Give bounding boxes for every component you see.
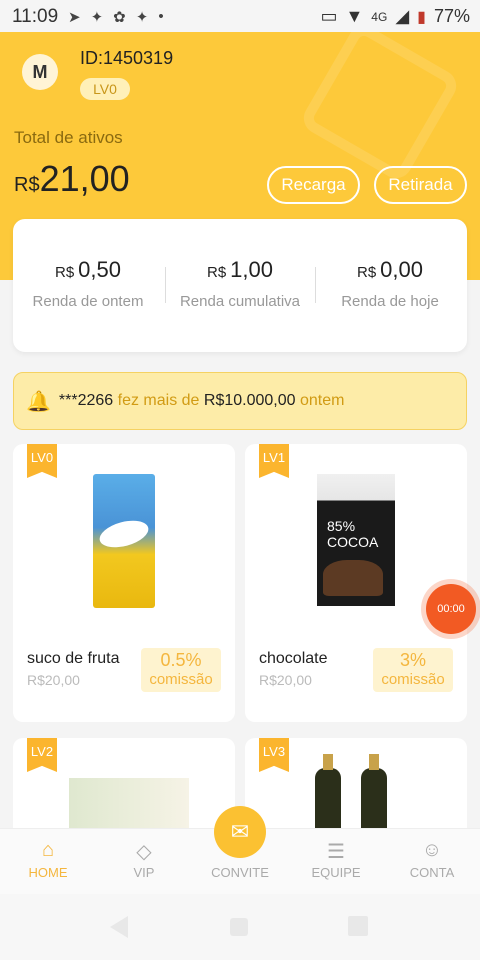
battery-percent: 77% <box>433 6 470 26</box>
product-image <box>93 474 155 608</box>
income-stats-card: R$ 0,50 Renda de ontem R$ 1,00 Renda cumul… <box>13 219 467 352</box>
floating-timer-button[interactable]: 00:00 <box>426 584 476 634</box>
tab-label: HOME <box>28 865 68 880</box>
tab-home[interactable]: ⌂ HOME <box>0 839 96 880</box>
network-label: 4G <box>371 9 388 24</box>
tab-vip[interactable]: ◇ VIP <box>96 839 192 880</box>
battery-icon: ▮ <box>417 8 426 26</box>
app-icon: ✦ <box>90 9 104 26</box>
home-icon: ⌂ <box>41 839 55 861</box>
product-price: R$20,00 <box>259 672 312 688</box>
decoration <box>298 32 462 184</box>
cast-icon: ▭ <box>320 6 338 26</box>
stat-value: 0,00 <box>380 257 423 282</box>
notification-icons: ➤ ✦ ✿ ✦ • <box>68 8 164 26</box>
product-card[interactable]: LV0 suco de fruta R$20,00 0.5% comissão <box>13 444 235 722</box>
tab-conta[interactable]: ☺ CONTA <box>384 839 480 880</box>
recharge-button[interactable]: Recarga <box>267 166 360 204</box>
level-ribbon: LV0 <box>27 444 57 478</box>
stat-yesterday: R$ 0,50 Renda de ontem <box>13 257 163 310</box>
home-button-icon[interactable] <box>230 918 248 936</box>
announcement-tail: ontem <box>295 392 345 409</box>
status-bar: 11:09 ➤ ✦ ✿ ✦ • ▭ ▼ 4G ◢ ▮ 77% <box>0 0 480 32</box>
total-assets-label: Total de ativos <box>14 128 123 147</box>
logo-icon: M <box>22 54 58 90</box>
currency-symbol: R$ <box>14 174 40 196</box>
product-name: suco de fruta <box>27 650 120 667</box>
person-icon: ☺ <box>421 839 443 861</box>
signal-icon: ◢ <box>395 6 410 26</box>
envelope-icon: ✉ <box>230 819 250 844</box>
announcement-amount: R$10.000,00 <box>203 392 296 409</box>
commission-badge: 0.5% comissão <box>141 648 221 692</box>
product-card[interactable]: LV1 85% COCOA chocolate R$20,00 3% comis… <box>245 444 467 722</box>
wifi-icon: ▼ <box>345 6 364 26</box>
tab-label: CONTA <box>409 865 455 880</box>
diamond-icon: ◇ <box>136 841 152 863</box>
tab-equipe[interactable]: ☰ EQUIPE <box>288 839 384 880</box>
announcement-user: ***2266 <box>58 392 114 409</box>
stat-cumulative: R$ 1,00 Renda cumulativa <box>165 257 315 310</box>
balance-amount: 21,00 <box>39 158 130 199</box>
stat-label: Renda de hoje <box>341 293 439 310</box>
currency-symbol: R$ <box>54 264 75 281</box>
level-badge: LV0 <box>80 78 130 100</box>
commission-label: comissão <box>149 671 213 688</box>
back-icon[interactable] <box>110 916 128 938</box>
bell-icon: 🔔 <box>26 390 51 413</box>
level-ribbon: LV3 <box>259 738 289 772</box>
tab-label: CONVITE <box>211 865 269 880</box>
tab-label: VIP <box>133 865 155 880</box>
product-image: 85% COCOA <box>317 474 395 606</box>
layers-icon: ☰ <box>327 841 345 863</box>
invite-fab-button[interactable]: ✉ <box>214 806 266 858</box>
stat-label: Renda de ontem <box>32 293 144 310</box>
level-ribbon: LV1 <box>259 444 289 478</box>
dot-icon: • <box>158 8 164 25</box>
system-navigation-bar <box>0 894 480 960</box>
telegram-icon: ➤ <box>68 9 81 26</box>
commission-value: 0.5% <box>160 650 202 670</box>
stat-today: R$ 0,00 Renda de hoje <box>315 257 465 310</box>
status-time: 11:09 <box>12 6 59 27</box>
stat-value: 0,50 <box>78 257 121 282</box>
announcement-text: fez mais de <box>113 392 204 409</box>
currency-symbol: R$ <box>206 264 227 281</box>
commission-label: comissão <box>381 671 445 688</box>
total-assets-value: R$21,00 <box>14 158 130 200</box>
withdraw-button[interactable]: Retirada <box>374 166 467 204</box>
stat-label: Renda cumulativa <box>179 293 301 310</box>
announcement-banner[interactable]: 🔔 ***2266 fez mais de R$10.000,00 ontem <box>13 372 467 430</box>
app-icon: ✦ <box>135 9 149 26</box>
tab-label: EQUIPE <box>311 865 361 880</box>
level-ribbon: LV2 <box>27 738 57 772</box>
commission-value: 3% <box>399 650 426 670</box>
user-id: ID:1450319 <box>80 48 174 68</box>
recent-apps-icon[interactable] <box>348 916 368 936</box>
product-name: chocolate <box>259 650 328 667</box>
gear-icon: ✿ <box>113 9 126 26</box>
commission-badge: 3% comissão <box>373 648 453 692</box>
product-price: R$20,00 <box>27 672 80 688</box>
stat-value: 1,00 <box>230 257 273 282</box>
currency-symbol: R$ <box>356 264 377 281</box>
